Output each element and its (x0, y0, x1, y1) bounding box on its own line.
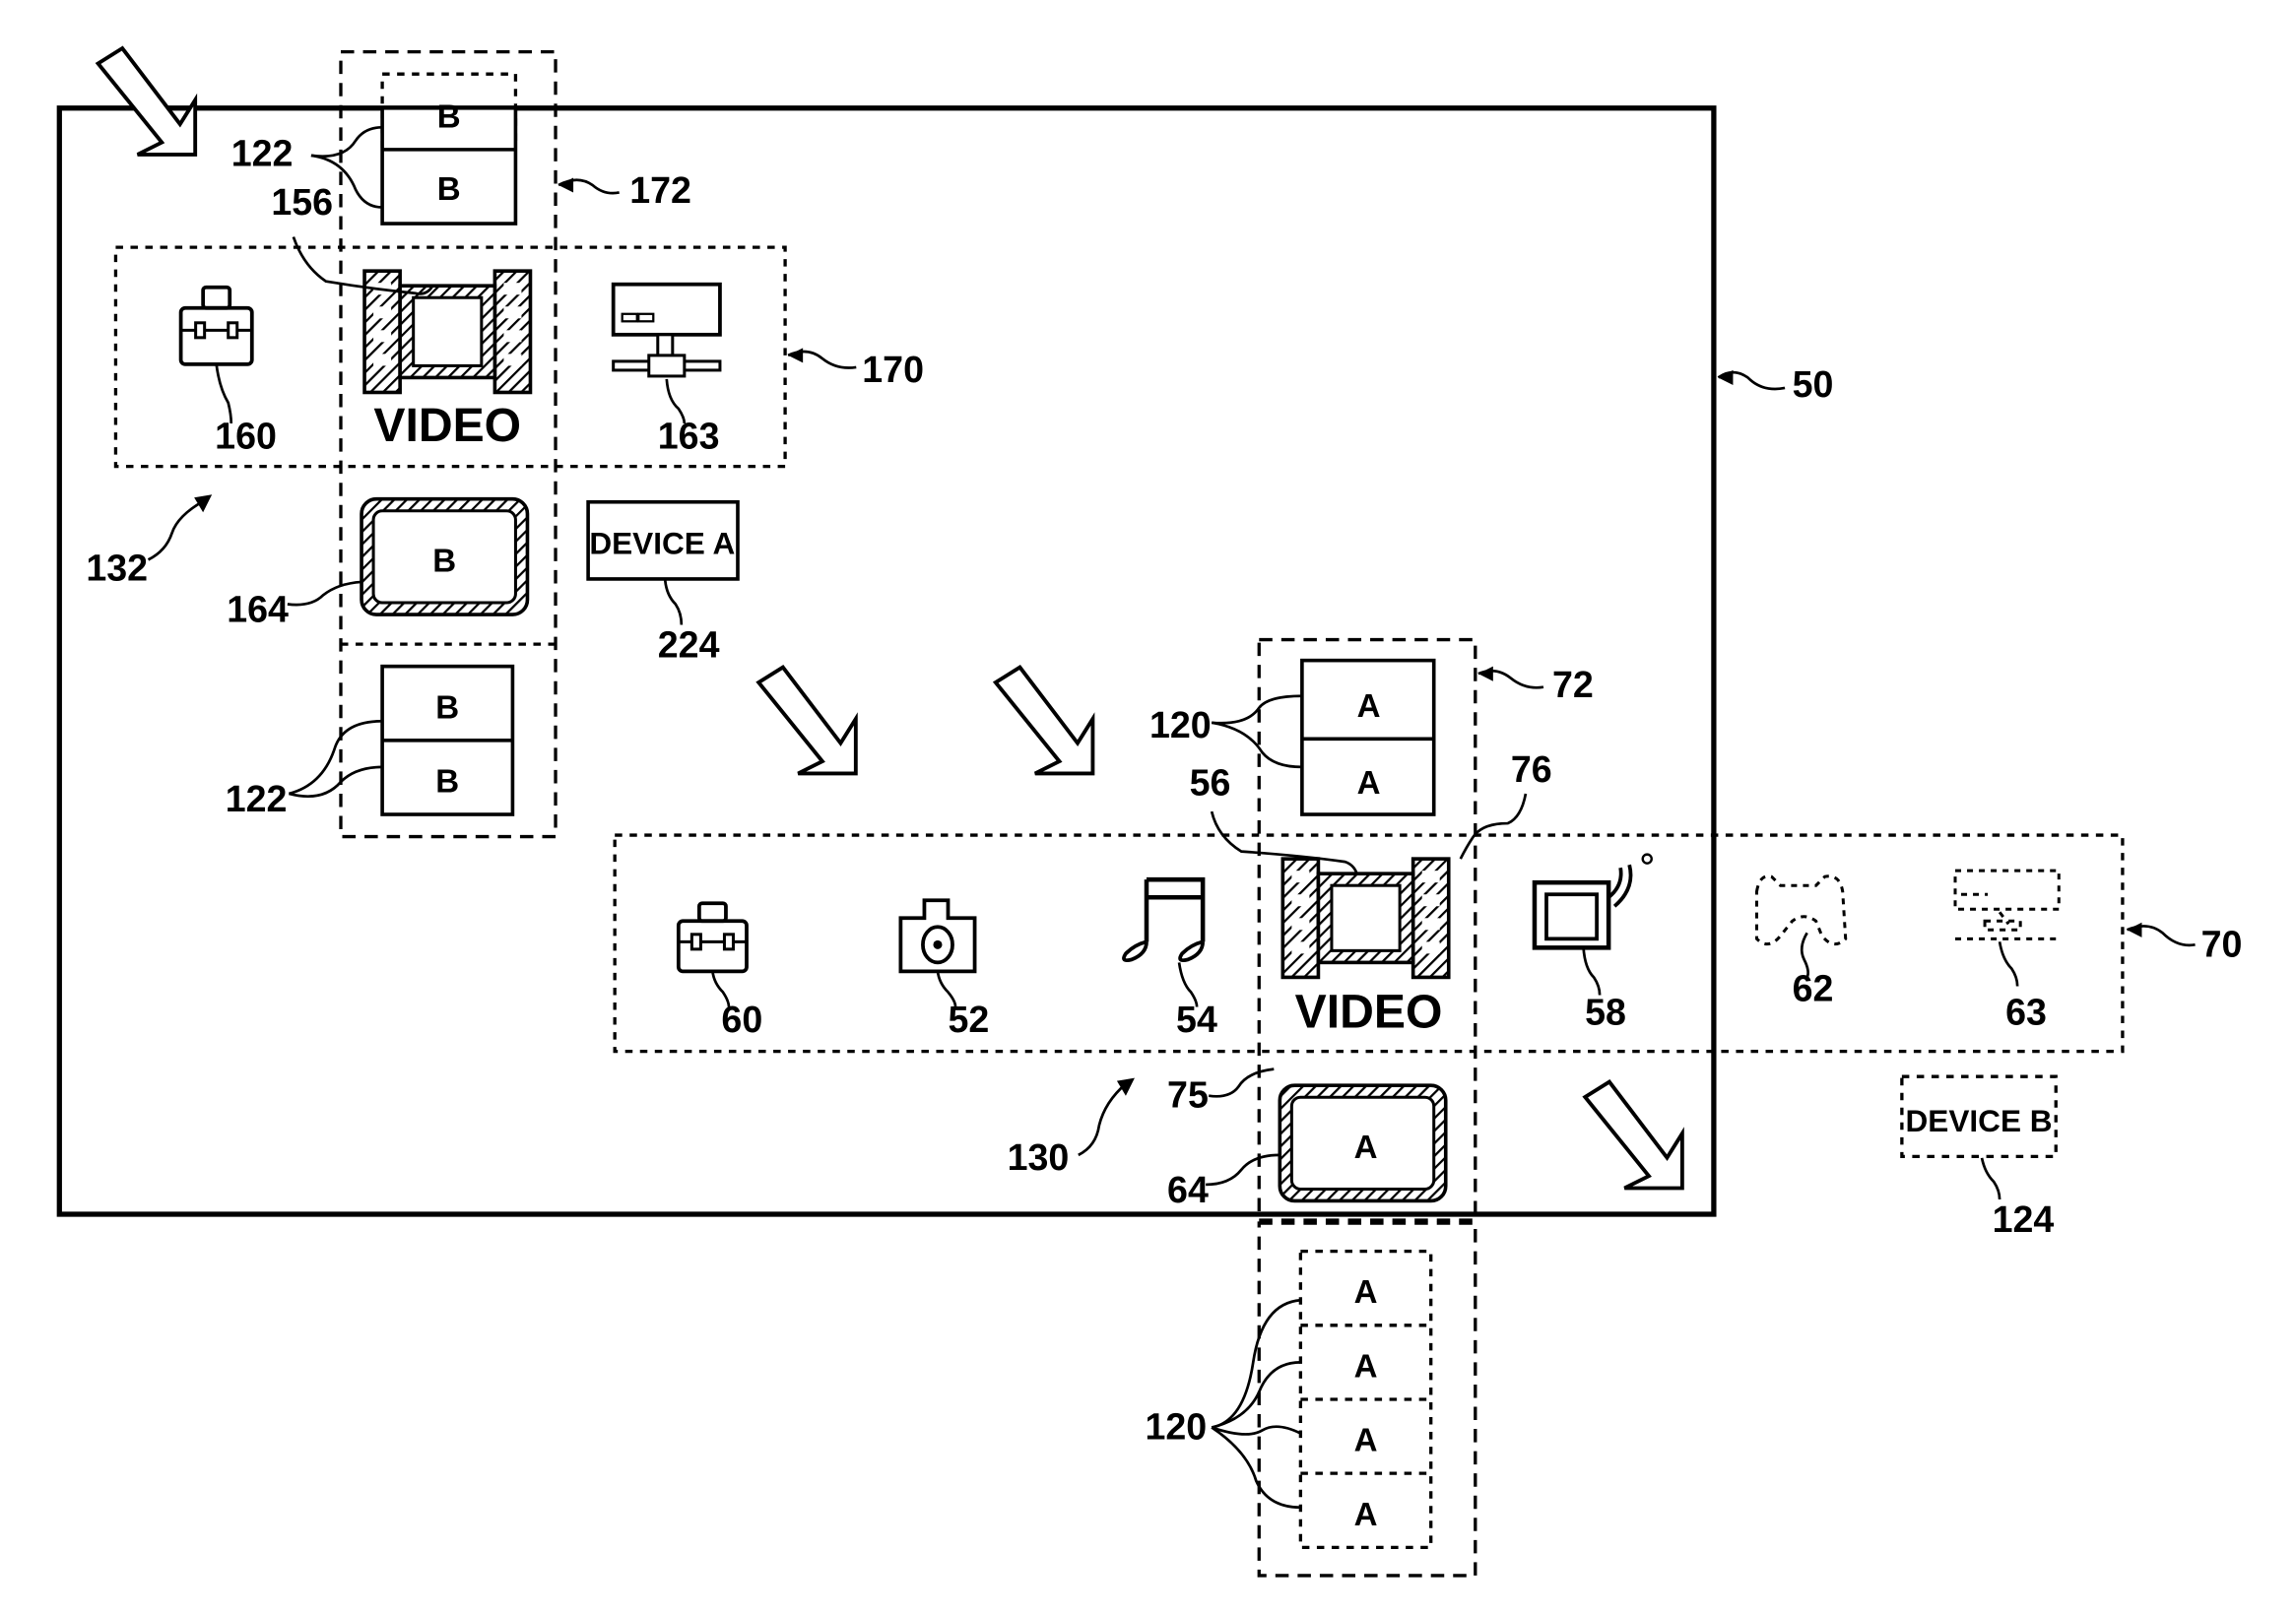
focused-item-label: A (1354, 1130, 1378, 1166)
movement-arrow-icon (756, 665, 858, 776)
device-b-badge[interactable]: DEVICE B (1900, 1074, 2058, 1159)
content-item-label: B (437, 171, 461, 208)
device-a-badge[interactable]: DEVICE A (586, 499, 740, 581)
portable-device-icon[interactable] (1532, 853, 1653, 950)
movement-arrow-icon (993, 665, 1095, 776)
focused-item-a[interactable]: A (1278, 1083, 1448, 1203)
movement-arrow-icon (1583, 1079, 1684, 1191)
ref-label-content-a: 120 (1145, 1406, 1207, 1448)
ref-label-item: 54 (1176, 999, 1217, 1040)
content-item-label: A (1357, 765, 1381, 802)
ref-label-76: 76 (1511, 748, 1552, 790)
ref-label-focus-a: 64 (1167, 1169, 1209, 1210)
ref-label-content-b: 122 (226, 778, 288, 819)
ref-label-content-a: 120 (1149, 704, 1212, 745)
ref-label-device-b: 124 (1993, 1198, 2055, 1240)
diagram-canvas: 50 B B 122 172 160 VIDEO 156 163 170 132… (0, 0, 2296, 1611)
focused-item-b[interactable]: B (360, 496, 530, 616)
ref-label-item: 56 (1190, 761, 1231, 803)
music-note-icon[interactable] (1122, 876, 1206, 963)
ref-label-group-a: 130 (1008, 1136, 1070, 1178)
network-icon[interactable] (1953, 869, 2061, 940)
content-item-label: A (1354, 1497, 1378, 1533)
ref-label-vertical-a: 72 (1552, 664, 1594, 705)
game-controller-icon[interactable] (1755, 874, 1848, 946)
network-icon[interactable] (611, 282, 722, 378)
ref-label-horizontal-a: 70 (2201, 923, 2243, 964)
ref-label-device-a: 224 (658, 624, 720, 666)
content-item-label: B (435, 689, 459, 726)
ref-label-horizontal-b: 170 (862, 349, 924, 390)
device-b-label: DEVICE B (1906, 1103, 2053, 1138)
ref-label-screen: 50 (1793, 363, 1834, 405)
video-label: VIDEO (373, 399, 521, 452)
video-label: VIDEO (1295, 986, 1443, 1039)
content-item-label: A (1357, 688, 1381, 725)
ref-label-item: 163 (658, 416, 720, 457)
toolbox-icon[interactable] (178, 285, 254, 366)
content-item-label: B (435, 763, 459, 800)
ref-label-item: 156 (271, 181, 333, 223)
display-screen-frame (56, 105, 1717, 1217)
movement-arrow-icon (96, 46, 198, 157)
content-item-label: A (1354, 1423, 1378, 1459)
content-item-label: A (1354, 1348, 1378, 1385)
ref-label-item: 62 (1793, 967, 1834, 1008)
content-item-label: B (437, 98, 461, 135)
ref-label-vertical-b: 172 (629, 169, 691, 211)
toolbox-icon[interactable] (676, 901, 749, 974)
ref-label-item: 58 (1585, 992, 1626, 1033)
ref-label-focus-b: 164 (227, 589, 289, 630)
ref-label-75: 75 (1167, 1074, 1209, 1116)
device-a-label: DEVICE A (589, 525, 735, 560)
content-item-label: A (1354, 1274, 1378, 1311)
ref-label-item: 52 (949, 999, 990, 1040)
film-icon[interactable] (1280, 857, 1451, 980)
icon-array-a: A A 120 72 60 52 54 VIDEO 56 76 58 62 63… (613, 637, 2243, 1578)
ref-label-item: 63 (2005, 992, 2047, 1033)
ref-label-item: 60 (721, 999, 762, 1040)
ref-label-content-b: 122 (231, 132, 294, 173)
figure-svg: 50 B B 122 172 160 VIDEO 156 163 170 132… (56, 46, 2243, 1578)
content-list-lower: A A A A (1298, 1249, 1433, 1549)
camera-icon[interactable] (898, 898, 977, 974)
focused-item-label: B (432, 543, 456, 579)
ref-label-item: 160 (215, 416, 277, 457)
ref-label-group-b: 132 (86, 547, 148, 588)
